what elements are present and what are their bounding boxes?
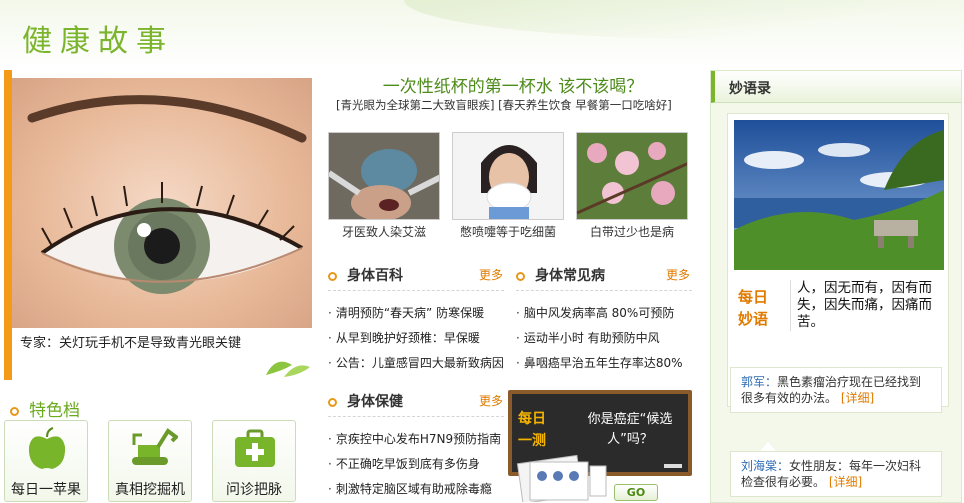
quotes-sidebar: 妙语录 每日 妙语 人，因无而有，因有而失，因失而痛，因痛而苦。 xyxy=(710,70,962,503)
news-link[interactable]: 京疾控中心发布H7N9预防指南 xyxy=(328,430,501,447)
comment-bubble: 刘海棠：女性朋友：每年一次妇科检查很有必要。 [详细] xyxy=(730,451,942,497)
feature-card-apple[interactable]: 每日一苹果 xyxy=(4,420,88,502)
section-title-common-diseases: 身体常见病 xyxy=(516,265,605,285)
quote-text: 人，因无而有，因有而失，因失而痛，因痛而苦。 xyxy=(790,280,940,331)
thumb-caption[interactable]: 牙医致人染艾滋 xyxy=(328,223,440,240)
divider xyxy=(328,290,504,291)
section-bullet-icon xyxy=(328,271,337,281)
thumb-caption[interactable]: 白带过少也是病 xyxy=(576,223,688,240)
header-decoration xyxy=(404,0,964,40)
feature-card-excavator[interactable]: 真相挖掘机 xyxy=(108,420,192,502)
hero-eye-image[interactable] xyxy=(12,78,312,334)
feature-card-label: 真相挖掘机 xyxy=(115,482,185,498)
thumb-blossom[interactable] xyxy=(576,132,688,220)
detail-link[interactable]: [详细] xyxy=(829,475,862,489)
news-link[interactable]: 运动半小时 有助预防中风 xyxy=(516,329,660,346)
section-bullet-icon xyxy=(10,406,19,416)
quiz-papers-illustration xyxy=(516,454,607,502)
sub-links[interactable]: [青光眼为全球第二大致盲眼疾] [春天养生饮食 早餐第一口吃啥好] xyxy=(336,97,696,113)
excavator-icon xyxy=(132,428,178,465)
medical-kit-icon xyxy=(235,429,275,467)
comment-author[interactable]: 郭军： xyxy=(741,375,777,389)
detail-link[interactable]: [详细] xyxy=(841,391,874,405)
quote-landscape-image xyxy=(734,120,944,270)
header: 健康故事 xyxy=(0,0,964,68)
sidebar-title: 妙语录 xyxy=(729,81,771,97)
quote-tag: 每日 妙语 xyxy=(738,288,769,328)
section-bullet-icon xyxy=(516,271,525,281)
feature-card-label: 问诊把脉 xyxy=(226,482,282,498)
bubble-pointer xyxy=(760,442,776,451)
bubble-pointer xyxy=(760,358,776,367)
comment-author[interactable]: 刘海棠： xyxy=(741,459,789,473)
quiz-question[interactable]: 你是癌症“候选人”吗？ xyxy=(572,410,688,450)
headline-link[interactable]: 一次性纸杯的第一杯水 该不该喝？ xyxy=(330,72,696,97)
news-link[interactable]: 从早到晚护好颈椎：早保暖 xyxy=(328,329,480,346)
section-title-body-care: 身体保健 xyxy=(328,391,403,411)
feature-card-label: 每日一苹果 xyxy=(11,482,81,498)
thumb-caption[interactable]: 憋喷嚏等于吃细菌 xyxy=(452,223,564,240)
hero-feature[interactable]: 专家：关灯玩手机不是导致青光眼关键 xyxy=(0,70,312,382)
section-title-body-encyclopedia: 身体百科 xyxy=(328,265,403,285)
more-link[interactable]: 更多 xyxy=(479,266,503,283)
leaf-icon xyxy=(266,361,310,377)
comment-bubble: 郭军：黑色素瘤治疗现在已经找到很多有效的办法。 [详细] xyxy=(730,367,942,413)
more-link[interactable]: 更多 xyxy=(479,392,503,409)
site-title: 健康故事 xyxy=(22,24,174,59)
feature-card-medical[interactable]: 问诊把脉 xyxy=(212,420,296,502)
divider xyxy=(516,290,692,291)
divider xyxy=(328,416,504,417)
chalk-icon xyxy=(664,464,682,468)
go-button[interactable]: GO xyxy=(614,484,658,501)
news-link[interactable]: 不正确吃早饭到底有多伤身 xyxy=(328,455,480,472)
news-link[interactable]: 清明预防“春天病” 防寒保暖 xyxy=(328,304,484,321)
news-link[interactable]: 公告：儿童感冒四大最新致病因 xyxy=(328,354,504,371)
apple-icon xyxy=(28,427,66,469)
news-link[interactable]: 鼻咽癌早治五年生存率达80% xyxy=(516,354,683,371)
quiz-tag: 每日 一测 xyxy=(518,411,546,449)
thumb-dentist[interactable] xyxy=(328,132,440,220)
section-bullet-icon xyxy=(328,397,337,407)
hero-caption[interactable]: 专家：关灯玩手机不是导致青光眼关键 xyxy=(12,328,312,356)
sidebar-header: 妙语录 xyxy=(711,71,961,103)
thumb-sneeze[interactable] xyxy=(452,132,564,220)
news-link[interactable]: 刺激特定脑区域有助戒除毒瘾 xyxy=(328,480,492,497)
news-link[interactable]: 脑中风发病率高 80%可预防 xyxy=(516,304,675,321)
more-link[interactable]: 更多 xyxy=(666,266,690,283)
featured-section-title: 特色档 xyxy=(10,396,80,421)
